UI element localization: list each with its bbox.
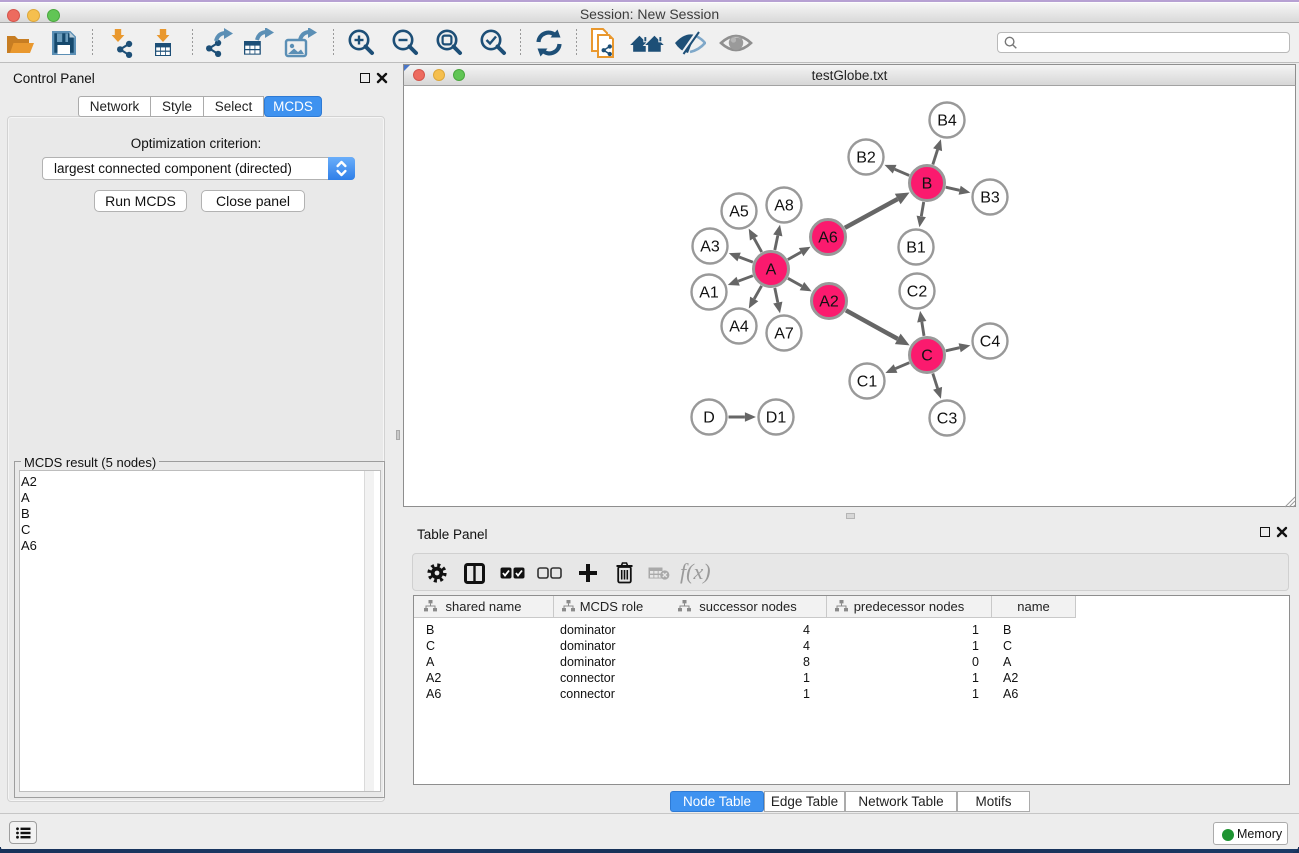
- svg-text:B: B: [922, 176, 933, 193]
- svg-text:A6: A6: [818, 230, 838, 247]
- svg-text:B3: B3: [980, 190, 1000, 207]
- svg-text:C2: C2: [907, 284, 928, 301]
- svg-text:C: C: [921, 348, 933, 365]
- svg-text:A5: A5: [729, 204, 749, 221]
- svg-text:B2: B2: [856, 150, 876, 167]
- svg-text:D1: D1: [766, 410, 787, 427]
- svg-text:A4: A4: [729, 319, 749, 336]
- svg-text:C1: C1: [857, 374, 878, 391]
- svg-text:A3: A3: [700, 239, 720, 256]
- svg-text:A7: A7: [774, 326, 794, 343]
- svg-text:A2: A2: [819, 294, 839, 311]
- svg-text:B4: B4: [937, 113, 957, 130]
- svg-text:C4: C4: [980, 334, 1001, 351]
- svg-text:A: A: [766, 262, 777, 279]
- svg-text:A1: A1: [699, 285, 719, 302]
- svg-text:C3: C3: [937, 411, 958, 428]
- svg-text:B1: B1: [906, 240, 926, 257]
- svg-text:A8: A8: [774, 198, 794, 215]
- svg-text:D: D: [703, 410, 715, 427]
